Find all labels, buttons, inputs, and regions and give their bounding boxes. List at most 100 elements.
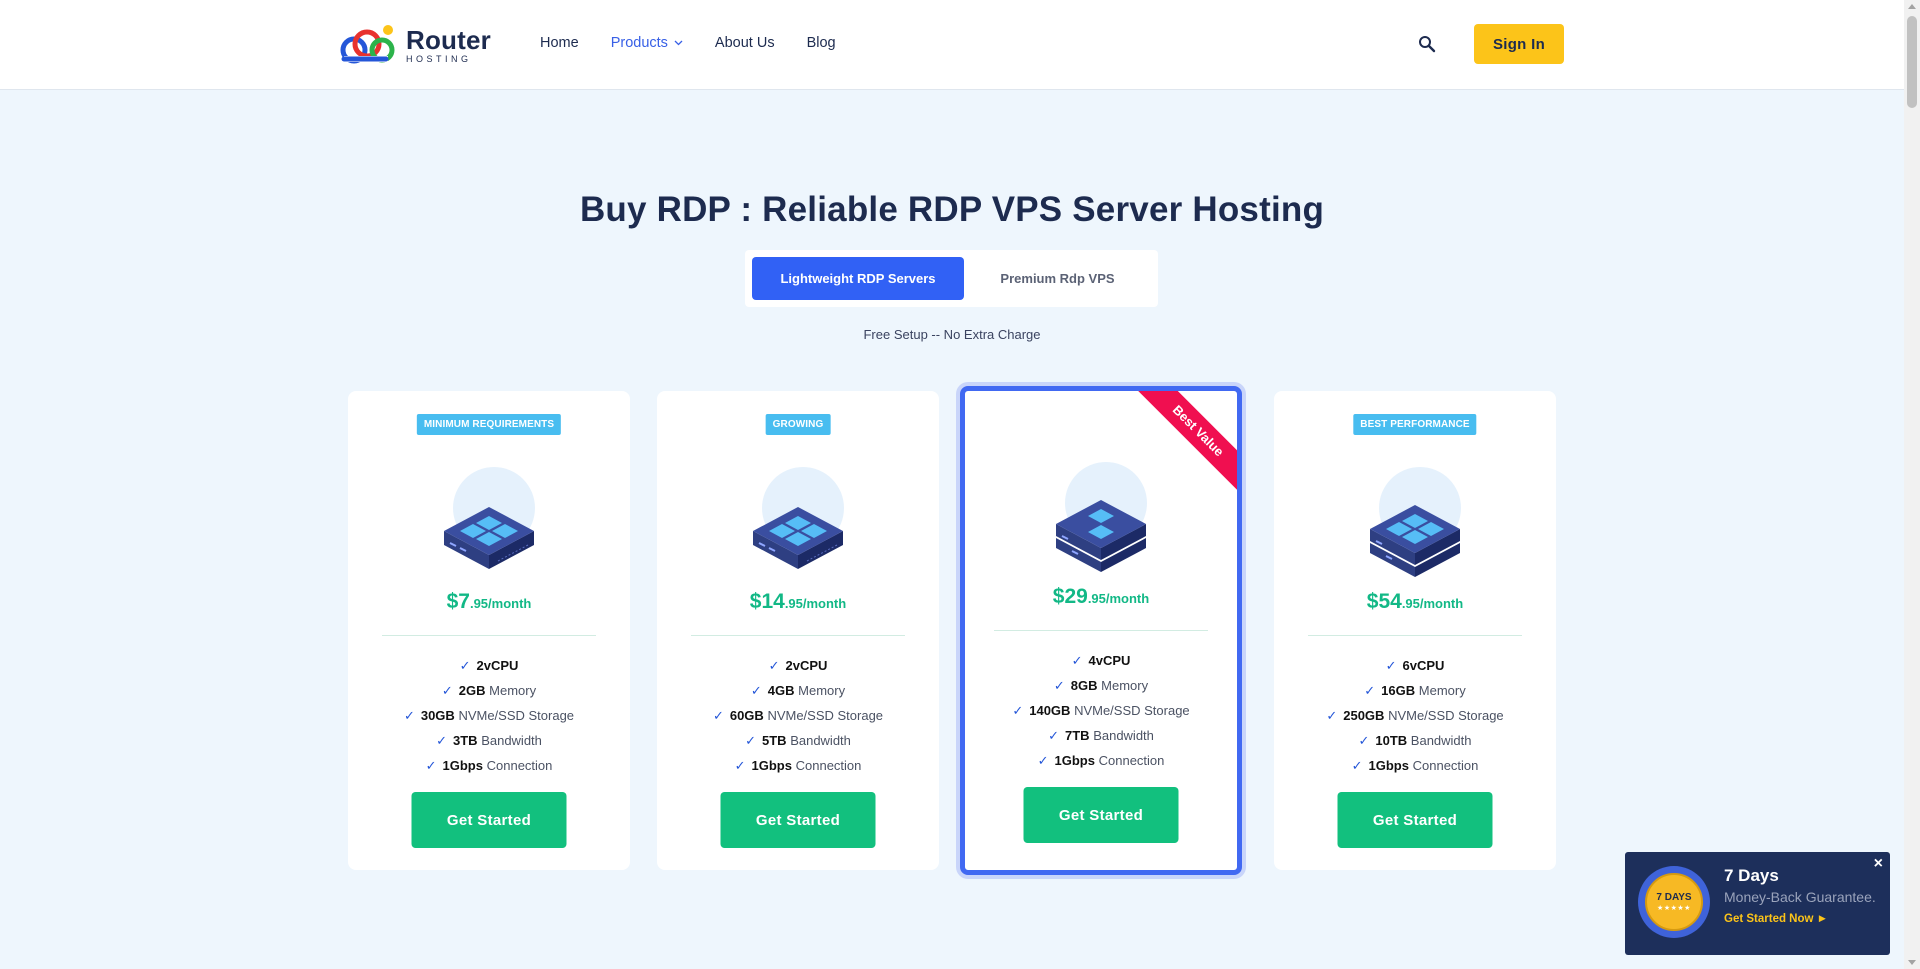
page-title: Buy RDP : Reliable RDP VPS Server Hostin… [579, 190, 1325, 229]
feature-bandwidth: ✓ 5TB Bandwidth [745, 733, 851, 748]
feature-connection: ✓ 1Gbps Connection [425, 758, 553, 773]
feature-memory: ✓ 16GB Memory [1364, 683, 1466, 698]
plan-card-2: GROWING $14.95/month ✓ 2vCPU ✓ 4GB Memory … [657, 391, 939, 870]
get-started-button[interactable]: Get Started [411, 792, 567, 848]
tab-premium-rdp[interactable]: Premium Rdp VPS [964, 257, 1151, 300]
check-icon: ✓ [1053, 678, 1065, 693]
plan-card-3-featured: Best Value $29.95/month ✓ 4vCPU ✓ 8GB Memo… [960, 386, 1242, 875]
check-icon: ✓ [1351, 758, 1363, 773]
feature-list: ✓ 2vCPU ✓ 4GB Memory ✓ 60GB NVMe/SSD Storag… [657, 656, 939, 781]
card-divider [691, 635, 905, 636]
close-icon[interactable]: × [1874, 855, 1883, 873]
scroll-down-arrow-icon[interactable] [1908, 960, 1916, 965]
feature-list: ✓ 4vCPU ✓ 8GB Memory ✓ 140GB NVMe/SSD Stora… [965, 651, 1237, 776]
feature-cpu: ✓ 2vCPU [459, 658, 519, 673]
brand-tagline: HOSTING [406, 53, 472, 64]
check-icon: ✓ [1385, 658, 1397, 673]
server-icon [753, 507, 843, 569]
check-icon: ✓ [1012, 703, 1024, 718]
plan-badge: BEST PERFORMANCE [1353, 414, 1477, 435]
check-icon: ✓ [403, 708, 415, 723]
feature-storage: ✓ 140GB NVMe/SSD Storage [1012, 703, 1190, 718]
check-icon: ✓ [425, 758, 437, 773]
check-icon: ✓ [436, 733, 447, 748]
sign-in-button[interactable]: Sign In [1474, 24, 1564, 64]
price-suffix: .95/month [469, 596, 532, 611]
cloud-logo-icon [340, 25, 395, 64]
check-icon: ✓ [1071, 653, 1083, 668]
server-illustration [434, 467, 544, 587]
feature-memory: ✓ 8GB Memory [1053, 678, 1149, 693]
brand-name: Router [406, 24, 491, 55]
tab-lightweight-rdp[interactable]: Lightweight RDP Servers [752, 257, 964, 300]
check-icon: ✓ [1358, 733, 1370, 748]
search-button[interactable] [1415, 32, 1439, 56]
feature-list: ✓ 6vCPU ✓ 16GB Memory ✓ 250GB NVMe/SSD Stor… [1274, 656, 1556, 781]
feature-cpu: ✓ 4vCPU [1071, 653, 1131, 668]
plan-price: $29.95/month [965, 585, 1237, 609]
price-main: $7 [446, 590, 470, 613]
server-illustration [743, 467, 853, 587]
plan-badge: GROWING [765, 414, 831, 435]
price-suffix: .95/month [784, 596, 847, 611]
feature-memory: ✓ 2GB Memory [441, 683, 537, 698]
nav-home[interactable]: Home [540, 35, 579, 51]
feature-connection: ✓ 1Gbps Connection [1037, 753, 1165, 768]
feature-cpu: ✓ 2vCPU [768, 658, 828, 673]
card-divider [1308, 635, 1522, 636]
feature-memory: ✓ 4GB Memory [750, 683, 846, 698]
free-setup-note: Free Setup -- No Extra Charge [863, 327, 1041, 342]
get-started-button[interactable]: Get Started [1023, 787, 1179, 843]
plan-price: $7.95/month [348, 590, 630, 614]
card-divider [994, 630, 1208, 631]
price-suffix: .95/month [1401, 596, 1464, 611]
nav-products-label: Products [610, 35, 668, 51]
scroll-up-arrow-icon[interactable] [1908, 4, 1916, 9]
get-started-button[interactable]: Get Started [1337, 792, 1493, 848]
page-scrollbar[interactable] [1904, 0, 1920, 969]
feature-storage: ✓ 60GB NVMe/SSD Storage [712, 708, 884, 723]
check-icon: ✓ [1048, 728, 1059, 743]
feature-storage: ✓ 30GB NVMe/SSD Storage [403, 708, 575, 723]
feature-bandwidth: ✓ 10TB Bandwidth [1358, 733, 1472, 748]
check-icon: ✓ [745, 733, 756, 748]
money-back-popup[interactable]: × 7 DAYS ★★★★★ 7 Days Money-Back Guarant… [1625, 852, 1890, 955]
nav-home-label: Home [540, 35, 579, 51]
nav-blog[interactable]: Blog [807, 35, 836, 51]
guarantee-title: 7 Days [1724, 866, 1779, 885]
nav-about-label: About Us [714, 35, 775, 51]
plan-price: $54.95/month [1274, 590, 1556, 614]
feature-bandwidth: ✓ 7TB Bandwidth [1048, 728, 1154, 743]
plan-card-1: MINIMUM REQUIREMENTS $7.95/month ✓ 2vCPU … [348, 391, 630, 870]
check-icon: ✓ [712, 708, 724, 723]
seal-stars: ★★★★★ [1657, 905, 1691, 912]
get-started-button[interactable]: Get Started [720, 792, 876, 848]
feature-bandwidth: ✓ 3TB Bandwidth [436, 733, 542, 748]
card-divider [382, 635, 596, 636]
check-icon: ✓ [1364, 683, 1376, 698]
price-main: $14 [749, 590, 785, 613]
server-stack-icon [1370, 505, 1460, 577]
get-started-now-link[interactable]: Get Started Now ► [1724, 913, 1828, 925]
feature-cpu: ✓ 6vCPU [1385, 658, 1445, 673]
nav-blog-label: Blog [806, 35, 836, 51]
check-icon: ✓ [750, 683, 762, 698]
plan-price: $14.95/month [657, 590, 939, 614]
nav-about-us[interactable]: About Us [715, 35, 775, 51]
server-illustration [1360, 467, 1470, 587]
plan-card-4: BEST PERFORMANCE $54.95/month ✓ 6vCPU ✓ 16… [1274, 391, 1556, 870]
scrollbar-thumb[interactable] [1907, 16, 1917, 108]
price-main: $54 [1366, 590, 1402, 613]
server-stack-icon [1056, 500, 1146, 572]
server-icon [444, 507, 534, 569]
check-icon: ✓ [1326, 708, 1338, 723]
nav-products[interactable]: Products [611, 35, 683, 51]
site-header: Router HOSTING Home Products About Us Bl… [0, 0, 1904, 90]
check-icon: ✓ [734, 758, 746, 773]
plan-badge: MINIMUM REQUIREMENTS [416, 414, 562, 435]
seal-text: 7 DAYS [1656, 892, 1692, 903]
guarantee-seal-icon: 7 DAYS ★★★★★ [1638, 866, 1710, 938]
feature-storage: ✓ 250GB NVMe/SSD Storage [1326, 708, 1504, 723]
brand-logo[interactable]: Router HOSTING [338, 22, 491, 68]
check-icon: ✓ [459, 658, 471, 673]
